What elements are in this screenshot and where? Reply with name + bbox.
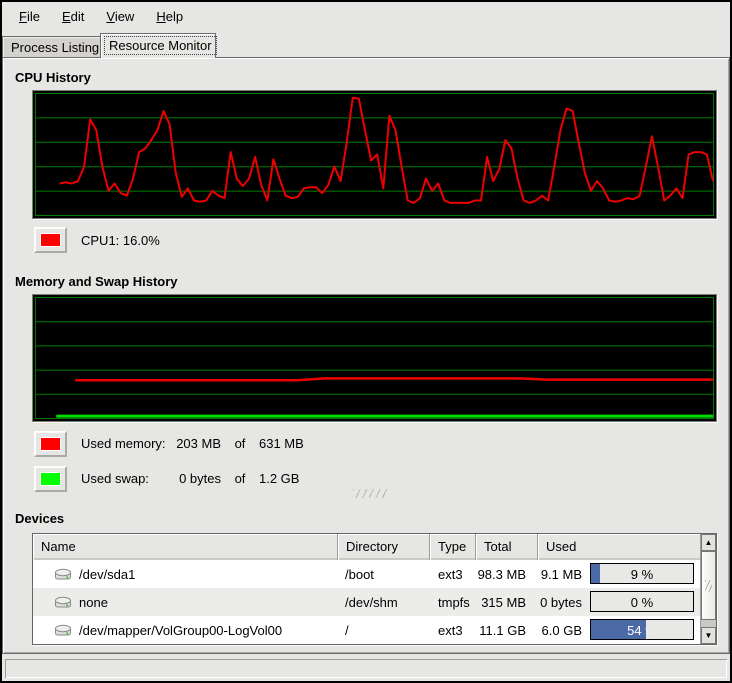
menu-view[interactable]: View [95, 4, 145, 29]
used-swap-value: 0 bytes [173, 471, 221, 486]
device-type: tmpfs [430, 595, 476, 610]
cpu1-legend-label: CPU1: 16.0% [81, 233, 160, 248]
device-used: 6.0 GB [538, 623, 582, 638]
device-directory: /boot [338, 567, 430, 582]
device-directory: / [338, 623, 430, 638]
used-progressbar: 0 % 0 % [590, 591, 694, 612]
device-type: ext3 [430, 567, 476, 582]
device-name: /dev/mapper/VolGroup00-LogVol00 [79, 623, 282, 638]
device-used: 0 bytes [538, 595, 582, 610]
devices-table-header: Name Directory Type Total Used [33, 534, 716, 560]
used-progress-fill: 54 % [591, 620, 646, 639]
scrollbar-thumb[interactable] [701, 551, 716, 620]
used-memory-color-swatch-button[interactable] [34, 431, 67, 457]
tab-process-listing[interactable]: Process Listing [2, 36, 101, 58]
tab-resource-monitor[interactable]: Resource Monitor [100, 33, 216, 58]
used-progress-fill: 9 % [591, 564, 600, 583]
device-total: 98.3 MB [476, 567, 538, 582]
device-name: none [79, 595, 108, 610]
hard-disk-icon [54, 567, 72, 582]
device-used: 9.1 MB [538, 567, 582, 582]
device-name: /dev/sda1 [79, 567, 135, 582]
column-header-used[interactable]: Used [538, 534, 716, 560]
used-swap-legend: Used swap: 0 bytes of 1.2 GB [81, 471, 299, 486]
used-memory-label: Used memory: [81, 436, 173, 451]
used-memory-color-sample [40, 437, 61, 451]
device-type: ext3 [430, 623, 476, 638]
used-swap-color-sample [40, 472, 61, 486]
devices-title: Devices [15, 511, 64, 526]
menu-help[interactable]: Help [145, 4, 194, 29]
hard-disk-icon [54, 623, 72, 638]
resource-monitor-page: CPU History CPU1: 16.0% Memory and Swap … [2, 57, 730, 654]
used-memory-value: 203 MB [173, 436, 221, 451]
tab-resource-monitor-label: Resource Monitor [105, 37, 216, 54]
used-percent-label: 0 % [591, 595, 693, 610]
cpu1-color-sample [40, 233, 61, 247]
column-header-directory[interactable]: Directory [338, 534, 430, 560]
used-swap-label: Used swap: [81, 471, 173, 486]
used-progressbar: 9 % 9 % [590, 563, 694, 584]
device-total: 315 MB [476, 595, 538, 610]
used-progressbar: 54 % 54 % [590, 619, 694, 640]
table-row[interactable]: none /dev/shm tmpfs 315 MB 0 bytes 0 % 0… [33, 588, 716, 616]
system-monitor-window: File Edit View Help Process Listing Reso… [0, 0, 732, 683]
used-memory-total: 631 MB [259, 436, 304, 451]
column-header-type[interactable]: Type [430, 534, 476, 560]
vertical-scrollbar[interactable]: ▲ ▼ [700, 534, 716, 644]
status-bar [5, 659, 727, 678]
cpu1-color-swatch-button[interactable] [34, 227, 67, 253]
column-header-total[interactable]: Total [476, 534, 538, 560]
tab-process-listing-label: Process Listing [11, 40, 99, 55]
used-swap-of: of [221, 471, 259, 486]
memory-swap-plot [33, 295, 716, 421]
scroll-down-arrow-icon[interactable]: ▼ [701, 627, 716, 644]
cpu-history-title: CPU History [15, 70, 91, 85]
device-total: 11.1 GB [476, 623, 538, 638]
menu-bar: File Edit View Help [2, 2, 730, 30]
cpu-history-graph [32, 90, 717, 219]
device-directory: /dev/shm [338, 595, 430, 610]
table-row[interactable]: /dev/mapper/VolGroup00-LogVol00 / ext3 1… [33, 616, 716, 644]
menu-file[interactable]: File [8, 4, 51, 29]
used-memory-legend: Used memory: 203 MB of 631 MB [81, 436, 304, 451]
memory-swap-history-graph [32, 294, 717, 422]
scroll-up-arrow-icon[interactable]: ▲ [701, 534, 716, 551]
used-percent-label: 9 % [591, 567, 693, 582]
cpu-history-plot [33, 91, 716, 218]
table-row[interactable]: /dev/sda1 /boot ext3 98.3 MB 9.1 MB 9 % … [33, 560, 716, 588]
pane-resize-grip[interactable] [353, 489, 389, 498]
used-memory-of: of [221, 436, 259, 451]
hard-disk-icon [54, 595, 72, 610]
menu-edit[interactable]: Edit [51, 4, 95, 29]
memory-swap-history-title: Memory and Swap History [15, 274, 178, 289]
used-swap-total: 1.2 GB [259, 471, 299, 486]
devices-table: Name Directory Type Total Used /dev/sda1… [32, 533, 717, 645]
column-header-name[interactable]: Name [33, 534, 338, 560]
used-swap-color-swatch-button[interactable] [34, 466, 67, 492]
